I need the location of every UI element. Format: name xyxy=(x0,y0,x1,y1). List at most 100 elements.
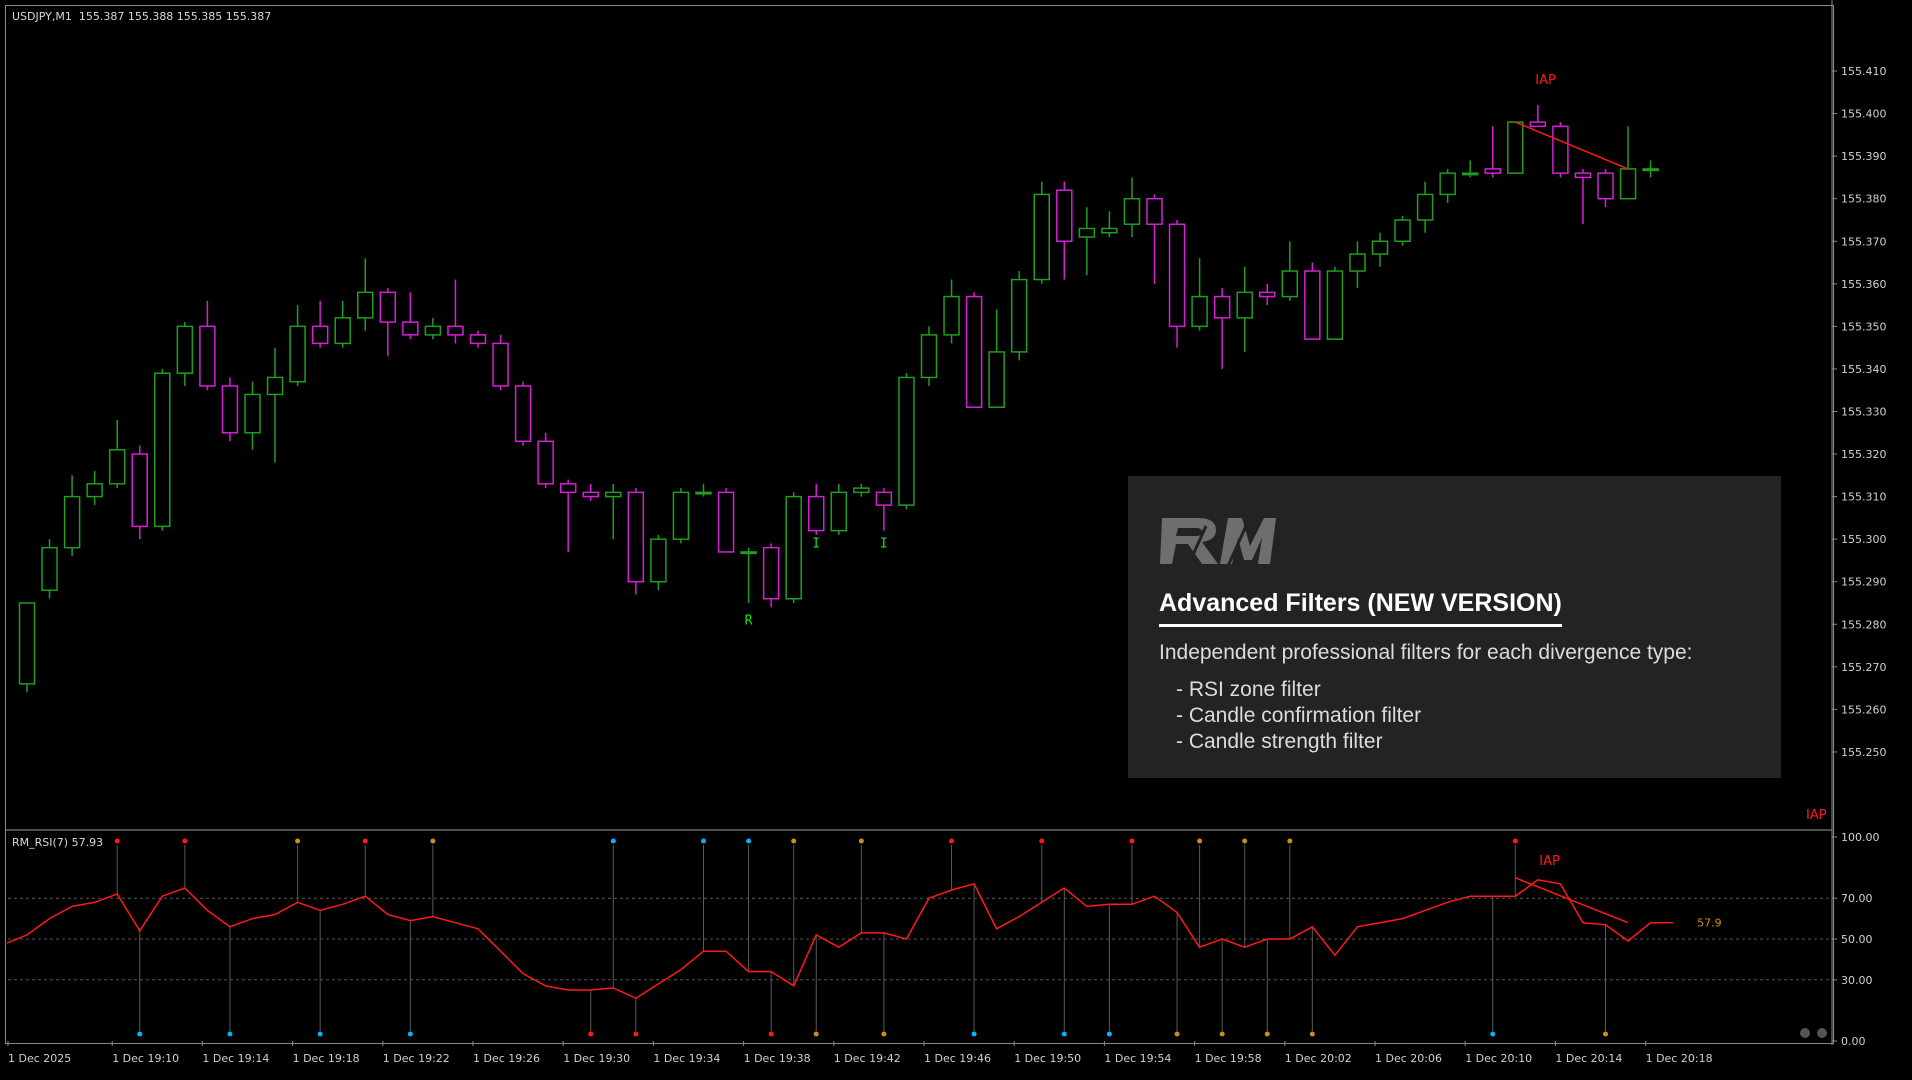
candle-body xyxy=(920,334,938,379)
signal-dot-top xyxy=(1129,838,1135,844)
candle-body xyxy=(1642,168,1659,172)
candle-body xyxy=(943,295,960,336)
time-tick-label: 1 Dec 19:10 xyxy=(112,1052,179,1065)
price-tick-label: 155.400 xyxy=(1841,108,1887,121)
signal-dot-bottom xyxy=(137,1031,143,1037)
signal-dot-bottom xyxy=(1219,1031,1225,1037)
signal-marker: I xyxy=(880,537,888,552)
rsi-indicator-panel[interactable]: 100.00 70.00 50.00 30.00 0.00 IAP 57.9 xyxy=(6,831,1880,1048)
candle-body xyxy=(1439,172,1456,196)
time-tick-label: 1 Dec 19:26 xyxy=(473,1052,540,1065)
price-tick-label: 155.270 xyxy=(1841,661,1887,674)
candle-body xyxy=(131,453,148,528)
signal-dot-bottom xyxy=(1264,1031,1270,1037)
candle-body xyxy=(1349,253,1366,272)
promo-feature-item: - Candle strength filter xyxy=(1176,730,1383,753)
candle-body xyxy=(1371,240,1389,255)
candle-body xyxy=(1213,295,1231,319)
time-tick-label: 1 Dec 19:30 xyxy=(563,1052,630,1065)
signal-marker: I xyxy=(812,537,820,552)
rsi-tick-label: 100.00 xyxy=(1841,831,1880,844)
signal-dot-top xyxy=(1287,838,1293,844)
time-tick-label: 1 Dec 19:54 xyxy=(1104,1052,1171,1065)
candle-body xyxy=(402,321,419,336)
candle-body xyxy=(717,491,735,553)
candle-body xyxy=(1394,219,1411,243)
candle-body xyxy=(1168,223,1186,328)
candle-body xyxy=(1101,227,1118,234)
time-tick-label: 1 Dec 19:14 xyxy=(202,1052,269,1065)
candle-body xyxy=(379,291,397,323)
signal-dot-bottom xyxy=(1174,1031,1180,1037)
price-tick-label: 155.390 xyxy=(1841,150,1887,163)
time-tick-label: 1 Dec 19:22 xyxy=(383,1052,450,1065)
signal-dot-bottom xyxy=(407,1031,413,1037)
price-tick-label: 155.380 xyxy=(1841,193,1887,206)
time-tick-label: 1 Dec 19:50 xyxy=(1014,1052,1081,1065)
time-tick-label: 1 Dec 19:46 xyxy=(924,1052,991,1065)
candle-body xyxy=(176,325,194,374)
candle-body xyxy=(1416,193,1434,221)
candle-body xyxy=(289,325,306,383)
scroll-indicator-dot[interactable] xyxy=(1817,1028,1827,1038)
rsi-indicator-header: RM_RSI(7) 57.93 xyxy=(12,836,104,849)
price-tick-label: 155.330 xyxy=(1841,405,1887,418)
scroll-indicator-dot[interactable] xyxy=(1800,1028,1810,1038)
rsi-tick-label: 0.00 xyxy=(1841,1035,1866,1048)
signal-dot-bottom xyxy=(813,1031,819,1037)
price-tick-label: 155.340 xyxy=(1841,363,1887,376)
candle-body xyxy=(41,546,58,591)
time-tick-label: 1 Dec 20:14 xyxy=(1555,1052,1622,1065)
candle-body xyxy=(1191,295,1208,328)
promo-description: Independent professional filters for eac… xyxy=(1159,641,1693,664)
signal-dot-top xyxy=(858,838,864,844)
candle-body xyxy=(582,491,599,498)
candle-body xyxy=(762,546,780,600)
signal-dot-top xyxy=(1197,838,1203,844)
candle-body xyxy=(108,449,126,485)
candle-body xyxy=(1033,193,1050,281)
signal-dot-bottom xyxy=(971,1031,977,1037)
signal-dot-bottom xyxy=(1106,1031,1112,1037)
signal-dot-top xyxy=(114,838,120,844)
candle-body xyxy=(965,295,983,408)
promo-feature-item: - RSI zone filter xyxy=(1176,678,1321,701)
candle-body xyxy=(514,385,532,443)
rsi-tick-label: 50.00 xyxy=(1841,933,1873,946)
price-tick-label: 155.350 xyxy=(1841,320,1887,333)
rsi-tick-label: 70.00 xyxy=(1841,892,1873,905)
candle-body xyxy=(559,483,577,494)
signal-dot-bottom xyxy=(588,1031,594,1037)
candle-body xyxy=(740,551,757,555)
signal-dot-top xyxy=(791,838,797,844)
candle-body xyxy=(988,351,1005,408)
price-tick-label: 155.370 xyxy=(1841,235,1887,248)
signal-dot-bottom xyxy=(317,1031,323,1037)
candle-body xyxy=(1461,172,1479,176)
time-tick-label: 1 Dec 20:18 xyxy=(1646,1052,1713,1065)
candle-body xyxy=(266,376,284,396)
candle-body xyxy=(1552,125,1569,174)
rm-logo-icon xyxy=(1160,518,1276,567)
price-tick-label: 155.250 xyxy=(1841,746,1887,759)
signal-dot-top xyxy=(182,838,188,844)
candle-body xyxy=(1123,197,1141,225)
candle-body xyxy=(424,325,442,336)
price-divergence-line xyxy=(1515,121,1629,170)
time-tick-label: 1 Dec 20:06 xyxy=(1375,1052,1442,1065)
signal-dot-top xyxy=(362,838,368,844)
time-tick-label: 1 Dec 20:10 xyxy=(1465,1052,1532,1065)
candle-body xyxy=(605,491,622,498)
candle-body xyxy=(86,483,103,498)
signal-dot-bottom xyxy=(633,1031,639,1037)
signal-dot-top xyxy=(1039,838,1045,844)
candle-body xyxy=(1304,270,1321,340)
price-tick-label: 155.310 xyxy=(1841,491,1887,504)
candle-body xyxy=(1574,172,1592,179)
promo-feature-list: - RSI zone filter - Candle confirmation … xyxy=(1176,677,1421,755)
signal-dot-top xyxy=(701,838,706,844)
signal-dot-bottom xyxy=(227,1031,233,1037)
candle-body xyxy=(1056,189,1073,243)
signal-dot-top xyxy=(295,838,301,844)
time-tick-label: 1 Dec 19:38 xyxy=(744,1052,811,1065)
